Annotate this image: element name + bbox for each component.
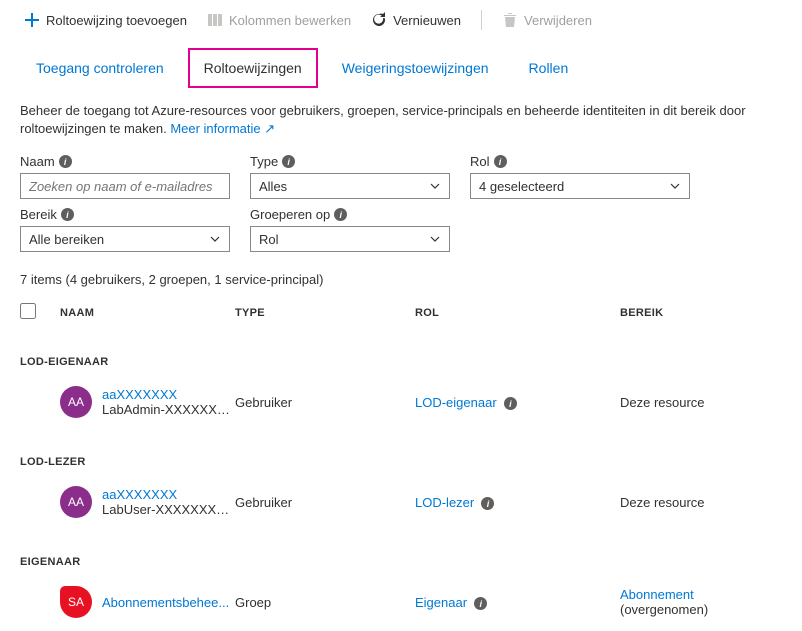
info-icon[interactable]: i: [59, 155, 72, 168]
scope-filter-label: Bereik i: [20, 207, 230, 222]
scope-cell: Deze resource: [620, 495, 782, 510]
tab-roles[interactable]: Rollen: [513, 48, 585, 88]
name-filter-input-wrap: [20, 173, 230, 199]
name-filter-label: Naam i: [20, 154, 230, 169]
edit-columns-label: Kolommen bewerken: [229, 13, 351, 28]
info-icon[interactable]: i: [61, 208, 74, 221]
info-icon[interactable]: i: [494, 155, 507, 168]
add-label: Roltoewijzing toevoegen: [46, 13, 187, 28]
name-filter-input[interactable]: [29, 179, 221, 194]
table-row[interactable]: SA Abonnementsbehee... GroepEigenaar i Abon…: [0, 576, 802, 628]
role-link[interactable]: Eigenaar: [415, 595, 467, 610]
more-info-link[interactable]: Meer informatie ↗: [170, 121, 275, 136]
toolbar: Roltoewijzing toevoegen Kolommen bewerke…: [0, 0, 802, 44]
role-link[interactable]: LOD-eigenaar: [415, 395, 497, 410]
col-header-role[interactable]: ROL: [415, 307, 620, 319]
description: Beheer de toegang tot Azure-resources vo…: [0, 88, 802, 148]
avatar: AA: [60, 386, 92, 418]
col-header-name[interactable]: NAAM: [60, 307, 235, 319]
table-row[interactable]: AA aaXXXXXXXLabAdmin-XXXXXXX...GebruikerL…: [0, 376, 802, 428]
group-by-label: Groeperen op i: [250, 207, 450, 222]
scope-cell: Deze resource: [620, 395, 782, 410]
scope-link[interactable]: Abonnement: [620, 587, 694, 602]
role-filter-select[interactable]: 4 geselecteerd: [470, 173, 690, 199]
tab-check-access[interactable]: Toegang controleren: [20, 48, 180, 88]
type-filter-select[interactable]: Alles: [250, 173, 450, 199]
principal-sub: LabAdmin-XXXXXXX...: [102, 402, 235, 417]
table-body: LOD-EIGENAARAAaaXXXXXXXLabAdmin-XXXXXXX.…: [0, 328, 802, 628]
info-icon[interactable]: i: [334, 208, 347, 221]
tabs: Toegang controleren Roltoewijzingen Weig…: [0, 48, 802, 88]
select-all-checkbox[interactable]: [20, 303, 36, 319]
role-filter-label: Rol i: [470, 154, 690, 169]
info-icon[interactable]: i: [504, 397, 517, 410]
refresh-label: Vernieuwen: [393, 13, 461, 28]
tab-role-assignments[interactable]: Roltoewijzingen: [188, 48, 318, 88]
delete-label: Verwijderen: [524, 13, 592, 28]
filters-row-2: Bereik i Alle bereiken Groeperen op i Ro…: [0, 205, 802, 258]
col-header-type[interactable]: TYPE: [235, 307, 415, 319]
chevron-down-icon: [429, 180, 441, 192]
principal-name-link[interactable]: aaXXXXXXX: [102, 487, 235, 502]
refresh-button[interactable]: Vernieuwen: [363, 8, 469, 32]
principal-sub: LabUser-XXXXXXX@...: [102, 502, 235, 517]
plus-icon: [24, 12, 40, 28]
group-by-select[interactable]: Rol: [250, 226, 450, 252]
refresh-icon: [371, 12, 387, 28]
avatar: SA: [60, 586, 92, 618]
info-icon[interactable]: i: [282, 155, 295, 168]
table-header: NAAM TYPE ROL BEREIK: [0, 297, 802, 328]
group-header: EIGENAAR: [0, 528, 802, 576]
table-row[interactable]: AA aaXXXXXXXLabUser-XXXXXXX@...GebruikerL…: [0, 476, 802, 528]
chevron-down-icon: [669, 180, 681, 192]
principal-name-link[interactable]: Abonnementsbehee...: [102, 595, 229, 610]
external-link-icon: ↗: [264, 121, 275, 136]
principal-type: Gebruiker: [235, 495, 415, 510]
type-filter-label: Type i: [250, 154, 450, 169]
info-icon[interactable]: i: [474, 597, 487, 610]
principal-type: Gebruiker: [235, 395, 415, 410]
group-header: LOD-EIGENAAR: [0, 328, 802, 376]
delete-button: Verwijderen: [494, 8, 600, 32]
chevron-down-icon: [429, 233, 441, 245]
principal-type: Groep: [235, 595, 415, 610]
columns-icon: [207, 12, 223, 28]
item-count: 7 items (4 gebruikers, 2 groepen, 1 serv…: [0, 258, 802, 297]
scope-cell: Abonnement (overgenomen): [620, 587, 782, 617]
filters-row-1: Naam i Type i Alles Rol i 4 geselecteerd: [0, 148, 802, 205]
info-icon[interactable]: i: [481, 497, 494, 510]
description-text: Beheer de toegang tot Azure-resources vo…: [20, 103, 746, 136]
toolbar-separator: [481, 10, 482, 30]
role-link[interactable]: LOD-lezer: [415, 495, 474, 510]
add-role-assignment-button[interactable]: Roltoewijzing toevoegen: [16, 8, 195, 32]
group-header: LOD-LEZER: [0, 428, 802, 476]
chevron-down-icon: [209, 233, 221, 245]
tab-deny-assignments[interactable]: Weigeringstoewijzingen: [326, 48, 505, 88]
avatar: AA: [60, 486, 92, 518]
col-header-scope[interactable]: BEREIK: [620, 307, 782, 319]
scope-filter-select[interactable]: Alle bereiken: [20, 226, 230, 252]
trash-icon: [502, 12, 518, 28]
principal-name-link[interactable]: aaXXXXXXX: [102, 387, 235, 402]
edit-columns-button: Kolommen bewerken: [199, 8, 359, 32]
